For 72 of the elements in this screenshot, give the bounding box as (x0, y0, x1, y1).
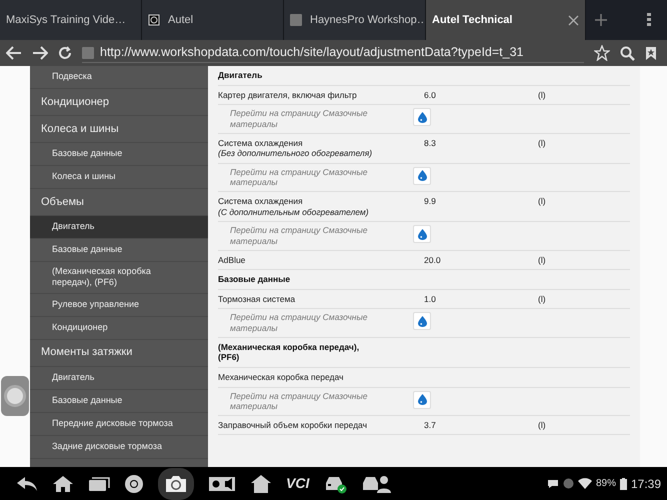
item-label: Система охлаждения (218, 138, 304, 148)
lubricants-link[interactable]: Перейти на страницу Смазочные материалы (230, 312, 405, 334)
item-value: 6.0 (424, 88, 437, 102)
car-person-icon[interactable] (361, 474, 392, 494)
item-unit: (l) (538, 254, 546, 267)
item-unit: (l) (538, 292, 546, 306)
section-heading: (Механическая коробка передач), (PF6) (218, 338, 630, 368)
message-icon (546, 478, 559, 488)
lubricants-link[interactable]: Перейти на страницу Смазочные материалы (230, 108, 405, 130)
browser-icon[interactable] (124, 474, 144, 494)
lubricant-button[interactable] (413, 166, 431, 185)
item-label: Механическая коробка передач (218, 372, 344, 382)
item-unit: (l) (538, 195, 546, 208)
item-value: 1.0 (424, 292, 437, 306)
water-drop-icon (418, 170, 426, 182)
water-drop-icon (418, 112, 426, 123)
lubricant-button[interactable] (413, 225, 431, 244)
browser-tab[interactable]: Autel Technical (426, 0, 586, 40)
favicon-icon (290, 14, 302, 26)
item-label: AdBlue (218, 254, 246, 266)
lubricant-button[interactable] (413, 108, 431, 126)
star-icon[interactable] (594, 45, 610, 61)
lubricant-button[interactable] (413, 390, 431, 408)
item-value: 3.7 (424, 418, 437, 432)
home-icon[interactable] (52, 474, 74, 492)
item-value: 8.3 (424, 136, 437, 150)
battery-level: 89% (596, 477, 616, 491)
item-note: (Без дополнительного обогревателя) (218, 148, 374, 159)
logo-icon (148, 14, 160, 26)
forward-icon[interactable] (32, 46, 48, 60)
item-value: 20.0 (424, 254, 442, 266)
item-label: Система охлаждения (218, 196, 304, 207)
item-unit: (l) (538, 418, 546, 432)
vci-button[interactable]: VCI (286, 473, 310, 494)
back-icon[interactable] (16, 476, 38, 492)
sidebar-item[interactable]: Двигатель (30, 216, 208, 239)
item-unit: (l) (538, 88, 546, 102)
clock: 17:39 (630, 476, 661, 492)
close-icon[interactable] (568, 14, 579, 26)
lubricants-link[interactable]: Перейти на страницу Смазочные материалы (230, 390, 405, 412)
assistive-touch-button[interactable] (1, 376, 29, 416)
battery-icon (620, 478, 627, 490)
notification-icon (562, 478, 574, 489)
section-heading: Базовые данные (218, 270, 630, 290)
reload-icon[interactable] (58, 46, 72, 60)
brightness-volume-icon[interactable] (208, 474, 236, 492)
recent-apps-icon[interactable] (88, 476, 110, 492)
browser-tab[interactable]: Autel (142, 0, 284, 40)
back-icon[interactable] (6, 46, 22, 60)
browser-tab[interactable]: MaxiSys Training Vide… (0, 0, 142, 40)
item-label: Заправочный объем коробки передач (218, 420, 368, 430)
item-value: 9.9 (424, 195, 437, 208)
item-label: Картер двигателя, включая фильтр (218, 90, 358, 100)
search-icon[interactable] (620, 46, 635, 60)
new-tab-icon[interactable] (594, 13, 608, 27)
item-note: (С дополнительным обогревателем) (218, 206, 370, 218)
lubricants-link[interactable]: Перейти на страницу Смазочные материалы (230, 166, 405, 188)
water-drop-icon (418, 316, 426, 327)
menu-icon[interactable] (647, 13, 651, 27)
lubricant-button[interactable] (413, 312, 431, 330)
item-label: Тормозная система (218, 294, 296, 304)
section-heading: Двигатель (218, 66, 630, 86)
wifi-icon (578, 478, 592, 489)
water-drop-icon (418, 394, 426, 405)
house-icon[interactable] (250, 474, 272, 494)
lubricants-link[interactable]: Перейти на страницу Смазочные материалы (230, 225, 405, 246)
item-unit: (l) (538, 136, 546, 150)
water-drop-icon (418, 228, 426, 240)
camera-icon[interactable] (158, 468, 194, 500)
bookmark-icon[interactable] (645, 46, 657, 60)
favicon-icon (82, 46, 94, 58)
browser-tab[interactable]: HaynesPro Workshop… (284, 0, 426, 40)
